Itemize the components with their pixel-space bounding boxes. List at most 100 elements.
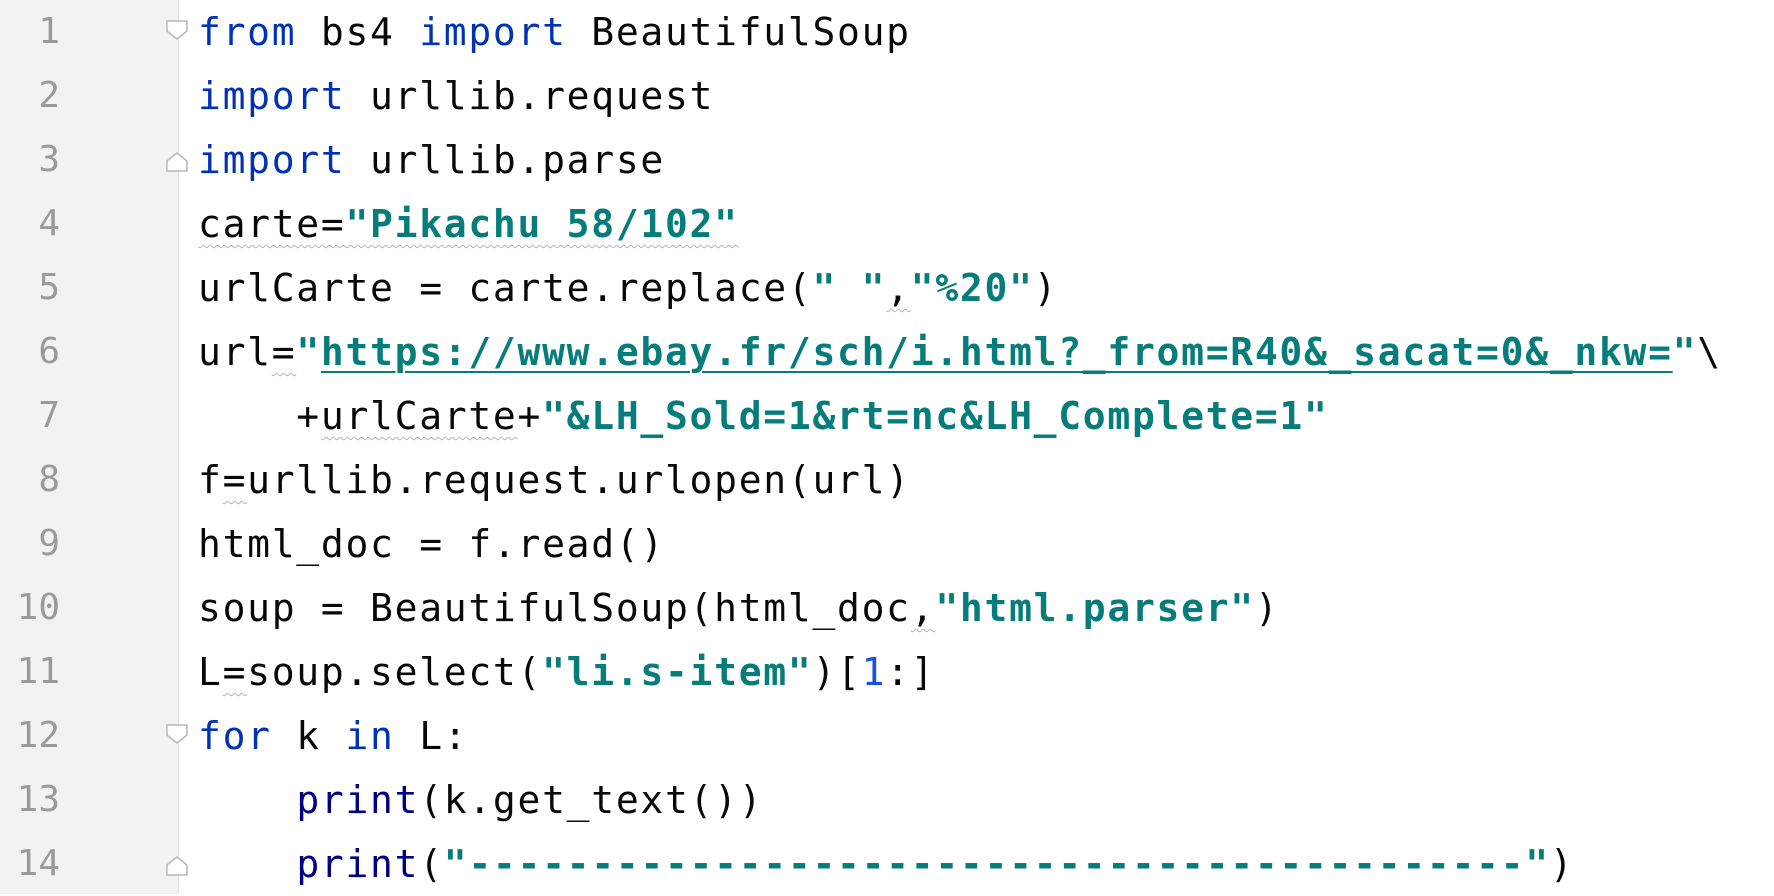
code-token: urllib.request.urlopen(url)	[247, 458, 911, 502]
code-token: "%20"	[910, 266, 1034, 310]
code-token: "html.parser"	[935, 586, 1255, 630]
code-token: (k.get_text())	[419, 778, 764, 822]
code-line[interactable]: 14 print("------------------------------…	[0, 832, 1774, 896]
code-token: import	[198, 74, 346, 118]
code-token: +	[517, 394, 543, 438]
code-line[interactable]: 9 html_doc = f.read()	[0, 512, 1774, 576]
code-token: import	[419, 10, 567, 54]
code-text[interactable]: for k in L:	[198, 704, 468, 768]
code-text[interactable]: carte="Pikachu 58/102"	[198, 192, 739, 256]
line-number: 5	[38, 267, 60, 308]
line-number: 4	[38, 203, 60, 244]
code-token: bs4	[296, 10, 420, 54]
line-number: 9	[38, 523, 60, 564]
code-token: https://www.ebay.fr/sch/i.html?_from=R40…	[320, 330, 1673, 374]
code-token: "	[296, 330, 321, 374]
line-number: 1	[38, 11, 60, 52]
code-line[interactable]: 11 L=soup.select("li.s-item")[1:]	[0, 640, 1774, 704]
code-token: urlCarte = carte.replace(	[198, 266, 813, 310]
code-lines[interactable]: 1 from bs4 import BeautifulSoup 2 import ur…	[0, 0, 1774, 896]
code-token: html_doc = f.read()	[198, 522, 665, 566]
code-line[interactable]: 8 f=urllib.request.urlopen(url)	[0, 448, 1774, 512]
code-token: carte=	[198, 202, 346, 246]
line-number: 2	[38, 75, 60, 116]
code-token: =	[222, 650, 248, 694]
code-line[interactable]: 13 print(k.get_text())	[0, 768, 1774, 832]
code-line[interactable]: 3 import urllib.parse	[0, 128, 1774, 192]
code-token: soup.select(	[247, 650, 543, 694]
code-token: for	[198, 714, 272, 758]
code-text[interactable]: +urlCarte+"&LH_Sold=1&rt=nc&LH_Complete=…	[198, 384, 1329, 448]
line-number: 7	[38, 395, 60, 436]
code-line[interactable]: 5 urlCarte = carte.replace(" ","%20")	[0, 256, 1774, 320]
code-token: )	[1549, 842, 1575, 886]
code-token: :]	[886, 650, 936, 694]
code-text[interactable]: L=soup.select("li.s-item")[1:]	[198, 640, 935, 704]
code-line[interactable]: 6 url="https://www.ebay.fr/sch/i.html?_fr…	[0, 320, 1774, 384]
code-text[interactable]: soup = BeautifulSoup(html_doc,"html.pars…	[198, 576, 1279, 640]
fold-end-icon[interactable]	[166, 856, 188, 876]
code-token: "	[1672, 330, 1698, 374]
code-token: " "	[812, 266, 887, 310]
code-text[interactable]: print(k.get_text())	[198, 768, 763, 832]
code-token: urlCarte	[320, 394, 518, 438]
code-token: print	[296, 842, 420, 886]
code-line[interactable]: 10 soup = BeautifulSoup(html_doc,"html.pa…	[0, 576, 1774, 640]
code-text[interactable]: print("---------------------------------…	[198, 832, 1574, 896]
line-number: 13	[16, 779, 60, 820]
code-line[interactable]: 2 import urllib.request	[0, 64, 1774, 128]
code-token: \	[1697, 330, 1722, 374]
code-token: "---------------------------------------…	[443, 842, 1550, 886]
fold-end-icon[interactable]	[166, 152, 188, 172]
code-token: (	[419, 842, 444, 886]
code-token: )	[1033, 266, 1059, 310]
code-token: ,	[886, 266, 911, 310]
line-number: 11	[16, 651, 60, 692]
code-token: "Pikachu 58/102"	[345, 202, 739, 246]
code-token: url	[198, 330, 272, 374]
code-line[interactable]: 12 for k in L:	[0, 704, 1774, 768]
code-token: "li.s-item"	[542, 650, 813, 694]
code-token: soup = BeautifulSoup(html_doc	[198, 586, 911, 630]
code-token: urllib.request	[345, 74, 715, 118]
code-text[interactable]: f=urllib.request.urlopen(url)	[198, 448, 911, 512]
code-text[interactable]: html_doc = f.read()	[198, 512, 665, 576]
line-number: 12	[16, 715, 60, 756]
code-token: "&LH_Sold=1&rt=nc&LH_Complete=1"	[542, 394, 1329, 438]
code-token: )[	[812, 650, 862, 694]
code-line[interactable]: 7 +urlCarte+"&LH_Sold=1&rt=nc&LH_Complet…	[0, 384, 1774, 448]
code-text[interactable]: from bs4 import BeautifulSoup	[198, 0, 911, 64]
code-token: BeautifulSoup	[566, 10, 911, 54]
line-number: 10	[16, 587, 60, 628]
code-token: urllib.parse	[345, 138, 665, 182]
code-token: print	[296, 778, 420, 822]
line-number: 3	[38, 139, 60, 180]
code-token: =	[222, 458, 248, 502]
code-token: ,	[910, 586, 936, 630]
code-token: f	[198, 458, 223, 502]
code-token: k	[271, 714, 346, 758]
code-text[interactable]: import urllib.request	[198, 64, 714, 128]
line-number: 14	[16, 843, 60, 884]
code-line[interactable]: 4 carte="Pikachu 58/102"	[0, 192, 1774, 256]
code-token: L	[198, 650, 223, 694]
line-number: 8	[38, 459, 60, 500]
fold-start-icon[interactable]	[166, 20, 188, 40]
code-editor[interactable]: 1 from bs4 import BeautifulSoup 2 import ur…	[0, 0, 1774, 894]
line-number: 6	[38, 331, 60, 372]
code-token: L:	[394, 714, 469, 758]
code-token: +	[198, 394, 321, 438]
code-line[interactable]: 1 from bs4 import BeautifulSoup	[0, 0, 1774, 64]
code-token: import	[198, 138, 346, 182]
code-text[interactable]: urlCarte = carte.replace(" ","%20")	[198, 256, 1058, 320]
code-token: 1	[861, 650, 887, 694]
code-token: )	[1254, 586, 1280, 630]
code-token: in	[345, 714, 395, 758]
fold-start-icon[interactable]	[166, 724, 188, 744]
code-text[interactable]: import urllib.parse	[198, 128, 665, 192]
code-text[interactable]: url="https://www.ebay.fr/sch/i.html?_fro…	[198, 320, 1722, 384]
code-token: =	[271, 330, 297, 374]
code-token: from	[198, 10, 297, 54]
